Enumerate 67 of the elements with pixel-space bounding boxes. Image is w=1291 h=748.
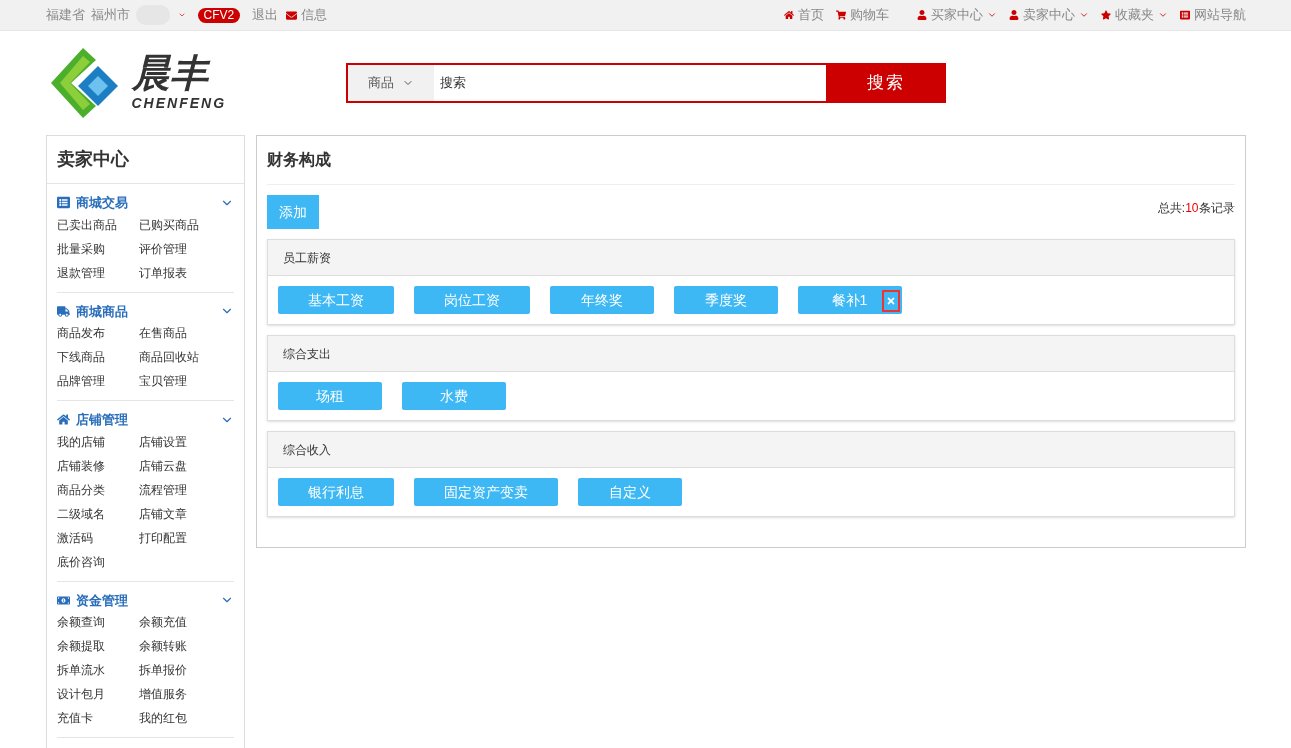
page-title: 财务构成 bbox=[266, 136, 1235, 185]
sidebar-link[interactable]: 流程管理 bbox=[138, 477, 234, 502]
sidebar-link[interactable]: 余额充值 bbox=[138, 610, 234, 634]
sidebar-link[interactable]: 订单报表 bbox=[138, 260, 234, 285]
search-field[interactable]: 搜索 bbox=[433, 63, 826, 103]
sidebar-link[interactable]: 宝贝管理 bbox=[138, 369, 234, 393]
sidebar-link[interactable]: 充值卡 bbox=[56, 706, 139, 730]
sidebar-link[interactable]: 评价管理 bbox=[138, 236, 234, 261]
user-icon bbox=[916, 10, 927, 20]
sidebar-link[interactable]: 我的红包 bbox=[138, 706, 234, 730]
home-icon bbox=[783, 10, 794, 20]
group-title: 员工薪资 bbox=[267, 240, 1234, 276]
sidebar-link[interactable]: 打印配置 bbox=[138, 525, 234, 550]
section-title[interactable]: 店铺管理 bbox=[75, 410, 128, 430]
chevron-icon bbox=[1078, 10, 1089, 20]
group-title: 综合收入 bbox=[267, 432, 1234, 468]
chevron-icon bbox=[986, 10, 997, 20]
logo-text: 晨丰 bbox=[131, 52, 227, 93]
sidebar-link[interactable]: 商品回收站 bbox=[138, 345, 234, 369]
location-text: 福建省 bbox=[45, 6, 85, 25]
sidebar-link[interactable]: 下线商品 bbox=[56, 345, 139, 369]
sidebar-link[interactable]: 退款管理 bbox=[56, 260, 139, 285]
section-title[interactable]: 商城交易 bbox=[75, 193, 128, 213]
caret-icon[interactable] bbox=[177, 11, 186, 19]
sidebar-link[interactable]: 激活码 bbox=[56, 525, 139, 550]
sidebar-link[interactable]: 批量采购 bbox=[56, 236, 139, 261]
sidebar-link[interactable]: 店铺装修 bbox=[56, 453, 139, 478]
list-icon bbox=[1179, 10, 1190, 20]
cart-icon bbox=[835, 10, 846, 20]
level-badge: CFV2 bbox=[197, 7, 241, 23]
sidebar-link[interactable]: 拆单报价 bbox=[138, 658, 234, 682]
category-select[interactable]: 商品 bbox=[345, 63, 434, 103]
sidebar-link[interactable]: 设计包月 bbox=[56, 682, 139, 706]
sidebar-link[interactable]: 店铺文章 bbox=[138, 501, 234, 526]
sidebar-link[interactable]: 增值服务 bbox=[138, 682, 234, 706]
sidebar-link[interactable]: 品牌管理 bbox=[56, 369, 139, 393]
sidebar-title: 卖家中心 bbox=[46, 136, 244, 184]
search-button[interactable]: 搜索 bbox=[825, 63, 946, 103]
sidebar-link[interactable]: 在售商品 bbox=[138, 321, 234, 345]
user-icon bbox=[1008, 10, 1019, 20]
chevron-icon bbox=[1157, 10, 1168, 20]
truck-icon bbox=[56, 304, 70, 318]
sidebar-link[interactable]: 余额提取 bbox=[56, 634, 139, 658]
sidebar-link[interactable]: 商品分类 bbox=[56, 477, 139, 502]
close-icon bbox=[885, 296, 896, 306]
sidebar-link[interactable]: 底价咨询 bbox=[56, 549, 139, 574]
sidebar-link[interactable]: 已购买商品 bbox=[138, 212, 234, 237]
section-title[interactable]: 商城商品 bbox=[75, 301, 128, 321]
sidebar-link[interactable]: 拆单流水 bbox=[56, 658, 139, 682]
sidebar-link[interactable]: 商品发布 bbox=[56, 321, 139, 345]
sidebar-link[interactable]: 我的店铺 bbox=[56, 429, 139, 454]
sidebar-link[interactable]: 已卖出商品 bbox=[56, 212, 139, 237]
logo-subtext: CHENFENG bbox=[131, 93, 227, 113]
sidebar-link[interactable]: 余额转账 bbox=[138, 634, 234, 658]
location-text: 福州市 bbox=[90, 6, 130, 25]
sidebar-link[interactable]: 店铺云盘 bbox=[138, 453, 234, 478]
home-icon bbox=[56, 413, 70, 427]
sidebar-link[interactable]: 店铺设置 bbox=[138, 429, 234, 454]
delete-button[interactable] bbox=[881, 290, 900, 312]
star-icon bbox=[1100, 10, 1111, 20]
record-count: 总共:10条记录 bbox=[1157, 200, 1235, 217]
sidebar-link[interactable]: 二级域名 bbox=[56, 501, 139, 526]
group-title: 综合支出 bbox=[267, 336, 1234, 372]
section-title[interactable]: 资金管理 bbox=[75, 590, 128, 610]
table-icon bbox=[56, 196, 70, 210]
sidebar-link[interactable]: 余额查询 bbox=[56, 610, 139, 634]
envelope-icon[interactable] bbox=[286, 9, 298, 21]
